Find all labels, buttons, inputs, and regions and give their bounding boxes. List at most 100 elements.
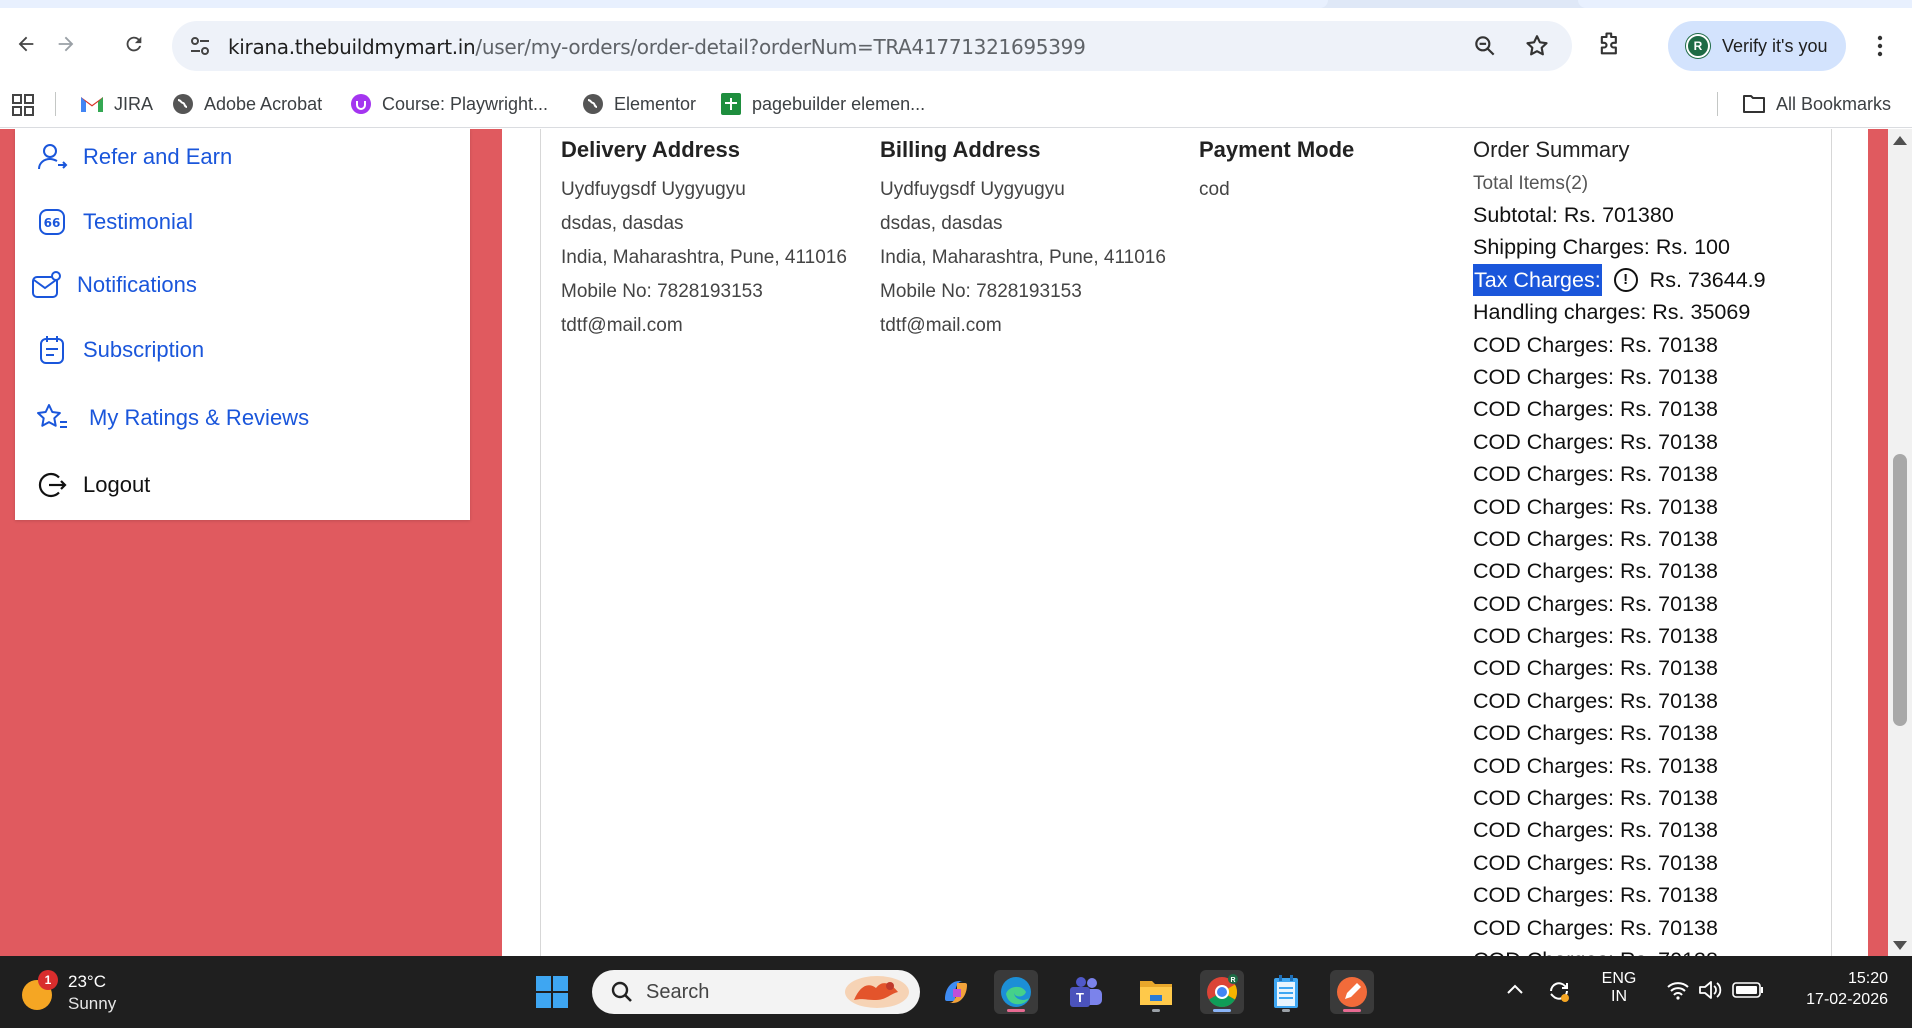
delivery-name: Uydfuygsdf Uygyugyu [561,179,746,200]
payment-mode-section: Payment Mode cod [1199,137,1354,207]
bookmark-course-playwright[interactable]: Course: Playwright... [350,90,548,118]
explorer-indicator [1152,1009,1160,1012]
volume-icon[interactable] [1698,979,1722,1001]
cod-charge-row: COD Charges: Rs. 70138 [1473,753,1718,778]
tax-row: Tax Charges: ! Rs. 73644.9 [1473,263,1766,297]
forward-arrow-icon [58,36,74,52]
sidebar-item-notifications[interactable]: Notifications [29,265,197,305]
apps-grid-icon[interactable] [12,94,34,116]
cod-charge-row: COD Charges: Rs. 70138 [1473,559,1718,584]
windows-logo-icon [536,976,568,1008]
inactive-tab[interactable] [1578,0,1912,8]
cod-charge-row: COD Charges: Rs. 70138 [1473,721,1718,746]
bookmark-pagebuilder[interactable]: pagebuilder elemen... [720,90,925,118]
url-text[interactable]: kirana.thebuildmymart.in/user/my-orders/… [228,35,1086,59]
profile-verify-button[interactable]: R Verify it's you [1668,21,1846,71]
menu-kebab-icon[interactable] [1868,32,1892,60]
order-summary-title: Order Summary [1473,137,1630,162]
extensions-icon[interactable] [1596,30,1624,58]
page-scrollbar[interactable] [1888,129,1912,956]
cod-charge-row: COD Charges: Rs. 70138 [1473,429,1718,454]
billing-address-section: Billing Address Uydfuygsdf Uygyugyu dsda… [880,137,1166,343]
sidebar-item-subscription[interactable]: Subscription [35,330,204,370]
globe-icon [173,94,193,114]
cod-charge-row: COD Charges: Rs. 70138 [1473,462,1718,487]
clock-date: 17-02-2026 [1806,991,1888,1008]
reload-button[interactable] [114,24,154,64]
edge-app[interactable] [994,970,1038,1014]
order-detail-card: Delivery Address Uydfuygsdf Uygyugyu dsd… [540,129,1832,956]
chrome-app[interactable]: R [1200,970,1244,1014]
bookmark-star-icon[interactable] [1524,33,1550,59]
sketch-app[interactable] [1330,970,1374,1014]
cod-charge-row: COD Charges: Rs. 70138 [1473,786,1718,811]
clock-time: 15:20 [1847,970,1888,987]
sidebar-item-logout[interactable]: Logout [35,465,150,505]
bookmark-label: pagebuilder elemen... [752,93,926,114]
notepad-indicator [1282,1009,1290,1012]
scrollbar-thumb[interactable] [1893,454,1907,726]
sketch-active-indicator [1343,1009,1361,1012]
cod-charge-row: COD Charges: Rs. 70138 [1473,397,1718,422]
url-path: /user/my-orders/order-detail?orderNum=TR… [475,35,1086,59]
start-button[interactable] [530,970,574,1014]
sidebar-item-testimonial[interactable]: 66 Testimonial [35,202,193,242]
sidebar-item-label: Refer and Earn [83,144,233,169]
star-rating-icon [35,401,69,435]
bookmark-adobe-acrobat[interactable]: Adobe Acrobat [172,90,322,118]
info-icon[interactable]: ! [1613,267,1638,292]
battery-icon[interactable] [1732,982,1764,998]
delivery-mobile: Mobile No: 7828193153 [561,281,763,302]
folder-icon [1743,95,1765,113]
bookmark-jira[interactable]: JIRA [80,90,153,118]
sidebar-item-label: My Ratings & Reviews [89,405,310,430]
folder-icon [1140,981,1172,1005]
tab-strip [0,0,1912,8]
sidebar-item-label: Subscription [83,337,205,362]
search-highlight-art-icon [845,976,909,1008]
svg-text:T: T [1076,990,1084,1005]
delivery-address-section: Delivery Address Uydfuygsdf Uygyugyu dsd… [561,137,847,343]
cod-charge-row: COD Charges: Rs. 70138 [1473,915,1718,940]
language-top: ENG [1601,970,1637,987]
back-button[interactable] [6,24,46,64]
back-arrow-icon [18,36,34,52]
cod-charge-row: COD Charges: Rs. 70138 [1473,526,1718,551]
language-indicator[interactable]: ENG IN [1601,970,1637,1006]
file-explorer-app[interactable] [1134,970,1178,1014]
teams-app[interactable]: T [1064,970,1108,1014]
chrome-icon: R [1207,974,1238,1007]
notepad-app[interactable] [1264,970,1308,1014]
bookmark-elementor[interactable]: Elementor [582,90,696,118]
url-host: kirana.thebuildmymart.in [228,35,476,59]
scroll-up-arrow-icon[interactable] [1893,136,1907,145]
bookmarks-divider-right [1717,92,1718,116]
weather-badge: 1 [38,970,58,990]
taskbar-search[interactable]: Search [592,970,920,1014]
notepad-icon [1274,975,1298,1008]
scroll-down-arrow-icon[interactable] [1893,941,1907,950]
clock[interactable]: 15:20 17-02-2026 [1782,970,1888,1009]
billing-line1: dsdas, dasdas [880,213,1003,234]
all-bookmarks[interactable]: All Bookmarks [1742,90,1891,118]
zoom-icon[interactable] [1472,33,1498,59]
search-icon [611,981,632,1002]
svg-text:R: R [1230,977,1235,984]
sidebar-item-refer-and-earn[interactable]: Refer and Earn [35,137,232,177]
sync-icon[interactable] [1546,978,1572,1004]
sidebar-item-my-ratings-reviews[interactable]: My Ratings & Reviews [35,398,309,438]
active-tab[interactable] [0,0,1328,8]
payment-mode-value: cod [1199,179,1230,200]
edge-icon [1001,977,1031,1007]
mail-notification-icon [29,268,63,302]
forward-button[interactable] [46,24,86,64]
chevron-up-icon[interactable] [1506,982,1524,996]
copilot-app[interactable] [934,970,978,1014]
wifi-icon[interactable] [1666,980,1690,1000]
cod-charge-row: COD Charges: Rs. 70138 [1473,883,1718,908]
cod-charge-row: COD Charges: Rs. 70138 [1473,624,1718,649]
address-bar[interactable]: kirana.thebuildmymart.in/user/my-orders/… [172,21,1572,71]
language-bottom: IN [1611,988,1627,1005]
site-settings-icon[interactable] [188,34,212,58]
cod-charge-row: COD Charges: Rs. 70138 [1473,332,1718,357]
